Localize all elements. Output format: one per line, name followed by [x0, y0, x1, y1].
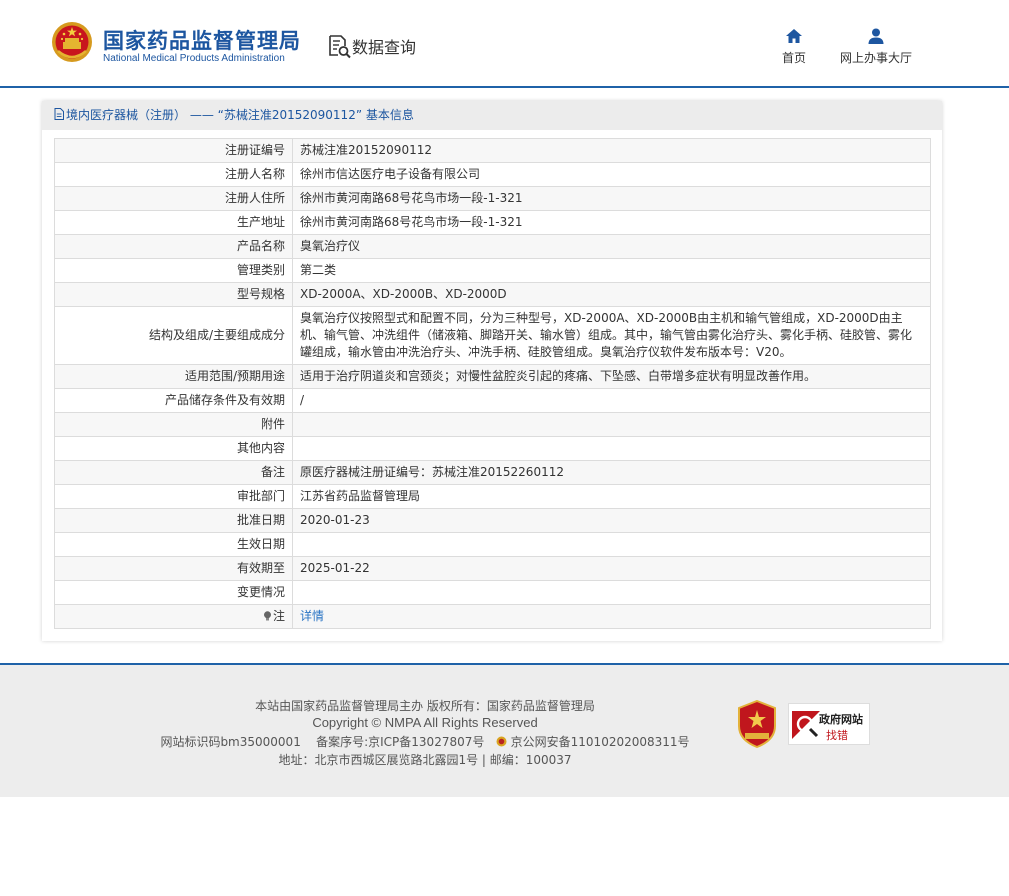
panel-title: 境内医疗器械（注册） —— “苏械注准20152090112” 基本信息	[66, 108, 414, 122]
police-record-link[interactable]: 京公网安备11010202008311号	[511, 735, 690, 749]
header-divider	[0, 86, 1009, 88]
table-row: 产品名称 臭氧治疗仪	[54, 234, 931, 259]
row-label: 结构及组成/主要组成成分	[54, 306, 293, 365]
nav-online-hall[interactable]: 网上办事大厅	[835, 27, 917, 66]
document-icon	[54, 108, 64, 120]
table-row: 备注 原医疗器械注册证编号：苏械注准20152260112	[54, 460, 931, 485]
footer-address: 地址：北京市西城区展览路北露园1号 | 邮编：100037	[278, 753, 572, 767]
magnifier-icon	[792, 711, 820, 739]
row-label: 适用范围/预期用途	[54, 364, 293, 389]
table-row: 生产地址 徐州市黄河南路68号花鸟市场一段-1-321	[54, 210, 931, 235]
table-row: 批准日期 2020-01-23	[54, 508, 931, 533]
row-value: 徐州市黄河南路68号花鸟市场一段-1-321	[292, 210, 931, 235]
note-value-cell: 详情	[292, 604, 931, 629]
police-badge-icon	[496, 736, 507, 747]
note-label: 注	[272, 609, 285, 623]
row-label: 变更情况	[54, 580, 293, 605]
row-label: 注册证编号	[54, 138, 293, 163]
row-label: 注册人住所	[54, 186, 293, 211]
row-value: 江苏省药品监督管理局	[292, 484, 931, 509]
row-label: 审批部门	[54, 484, 293, 509]
row-label: 产品储存条件及有效期	[54, 388, 293, 413]
row-value	[292, 436, 931, 461]
row-value	[292, 580, 931, 605]
row-label: 生产地址	[54, 210, 293, 235]
table-row: 注册人名称 徐州市信达医疗电子设备有限公司	[54, 162, 931, 187]
table-row: 结构及组成/主要组成成分 臭氧治疗仪按照型式和配置不同，分为三种型号，XD-20…	[54, 306, 931, 365]
table-row: 生效日期	[54, 532, 931, 557]
row-label: 附件	[54, 412, 293, 437]
row-value: 臭氧治疗仪按照型式和配置不同，分为三种型号，XD-2000A、XD-2000B由…	[292, 306, 931, 365]
table-row: 有效期至 2025-01-22	[54, 556, 931, 581]
gov-site-report-badge[interactable]: 政府网站 找错	[788, 703, 870, 745]
gov-badge-title: 政府网站	[819, 713, 863, 726]
row-value: 徐州市信达医疗电子设备有限公司	[292, 162, 931, 187]
nav-home[interactable]: 首页	[775, 27, 813, 66]
row-label: 批准日期	[54, 508, 293, 533]
row-label: 其他内容	[54, 436, 293, 461]
gov-badge-action: 找错	[826, 729, 848, 742]
table-row: 附件	[54, 412, 931, 437]
row-value: 2025-01-22	[292, 556, 931, 581]
row-value: 2020-01-23	[292, 508, 931, 533]
row-label: 备注	[54, 460, 293, 485]
table-row-note: 注 详情	[54, 604, 931, 629]
icp-link[interactable]: 备案序号:京ICP备13027807号	[316, 735, 484, 749]
table-row: 产品储存条件及有效期 /	[54, 388, 931, 413]
party-government-badge-icon[interactable]	[737, 700, 777, 748]
row-label: 产品名称	[54, 234, 293, 259]
footer-registration: 网站标识码bm35000001 备案序号:京ICP备13027807号 京公网安…	[0, 733, 850, 750]
table-row: 其他内容	[54, 436, 931, 461]
row-value: 徐州市黄河南路68号花鸟市场一段-1-321	[292, 186, 931, 211]
row-value: 臭氧治疗仪	[292, 234, 931, 259]
table-row: 注册人住所 徐州市黄河南路68号花鸟市场一段-1-321	[54, 186, 931, 211]
footer-host-text: 本站由国家药品监督管理局主办 版权所有：国家药品监督管理局	[255, 699, 595, 713]
nav-online-hall-label: 网上办事大厅	[839, 51, 912, 65]
table-row: 管理类别 第二类	[54, 258, 931, 283]
device-info-table: 注册证编号 苏械注准20152090112 注册人名称 徐州市信达医疗电子设备有…	[54, 138, 931, 629]
table-row: 注册证编号 苏械注准20152090112	[54, 138, 931, 163]
table-row: 审批部门 江苏省药品监督管理局	[54, 484, 931, 509]
site-header: 国家药品监督管理局 National Medical Products Admi…	[0, 0, 1009, 87]
row-label: 有效期至	[54, 556, 293, 581]
panel-title-bar: 境内医疗器械（注册） —— “苏械注准20152090112” 基本信息	[42, 101, 942, 130]
brand-title-cn[interactable]: 国家药品监督管理局	[103, 25, 301, 55]
footer-copyright: Copyright © NMPA All Rights Reserved	[312, 715, 538, 730]
row-value: 原医疗器械注册证编号：苏械注准20152260112	[292, 460, 931, 485]
nav-home-label: 首页	[781, 51, 806, 65]
national-emblem-icon[interactable]	[51, 21, 93, 63]
user-icon	[868, 28, 884, 44]
row-value	[292, 412, 931, 437]
table-row: 适用范围/预期用途 适用于治疗阴道炎和宫颈炎；对慢性盆腔炎引起的疼痛、下坠感、白…	[54, 364, 931, 389]
data-query-link[interactable]: 数据查询	[352, 34, 416, 58]
row-value: 适用于治疗阴道炎和宫颈炎；对慢性盆腔炎引起的疼痛、下坠感、白带增多症状有明显改善…	[292, 364, 931, 389]
row-label: 型号规格	[54, 282, 293, 307]
row-value	[292, 532, 931, 557]
data-query-icon[interactable]	[326, 33, 352, 59]
table-row: 型号规格 XD-2000A、XD-2000B、XD-2000D	[54, 282, 931, 307]
site-id: 网站标识码bm35000001	[160, 735, 301, 749]
brand-title-en[interactable]: National Medical Products Administration	[103, 53, 285, 64]
home-icon	[786, 29, 802, 43]
row-label: 管理类别	[54, 258, 293, 283]
row-value: XD-2000A、XD-2000B、XD-2000D	[292, 282, 931, 307]
row-label: 生效日期	[54, 532, 293, 557]
row-value: /	[292, 388, 931, 413]
details-link[interactable]: 详情	[300, 609, 324, 623]
row-value: 苏械注准20152090112	[292, 138, 931, 163]
row-label: 注册人名称	[54, 162, 293, 187]
site-footer: 本站由国家药品监督管理局主办 版权所有：国家药品监督管理局 Copyright …	[0, 665, 1009, 797]
table-row: 变更情况	[54, 580, 931, 605]
note-label-cell: 注	[54, 604, 293, 629]
device-info-panel: 境内医疗器械（注册） —— “苏械注准20152090112” 基本信息 注册证…	[42, 101, 942, 641]
row-value: 第二类	[292, 258, 931, 283]
lightbulb-icon	[263, 611, 271, 621]
